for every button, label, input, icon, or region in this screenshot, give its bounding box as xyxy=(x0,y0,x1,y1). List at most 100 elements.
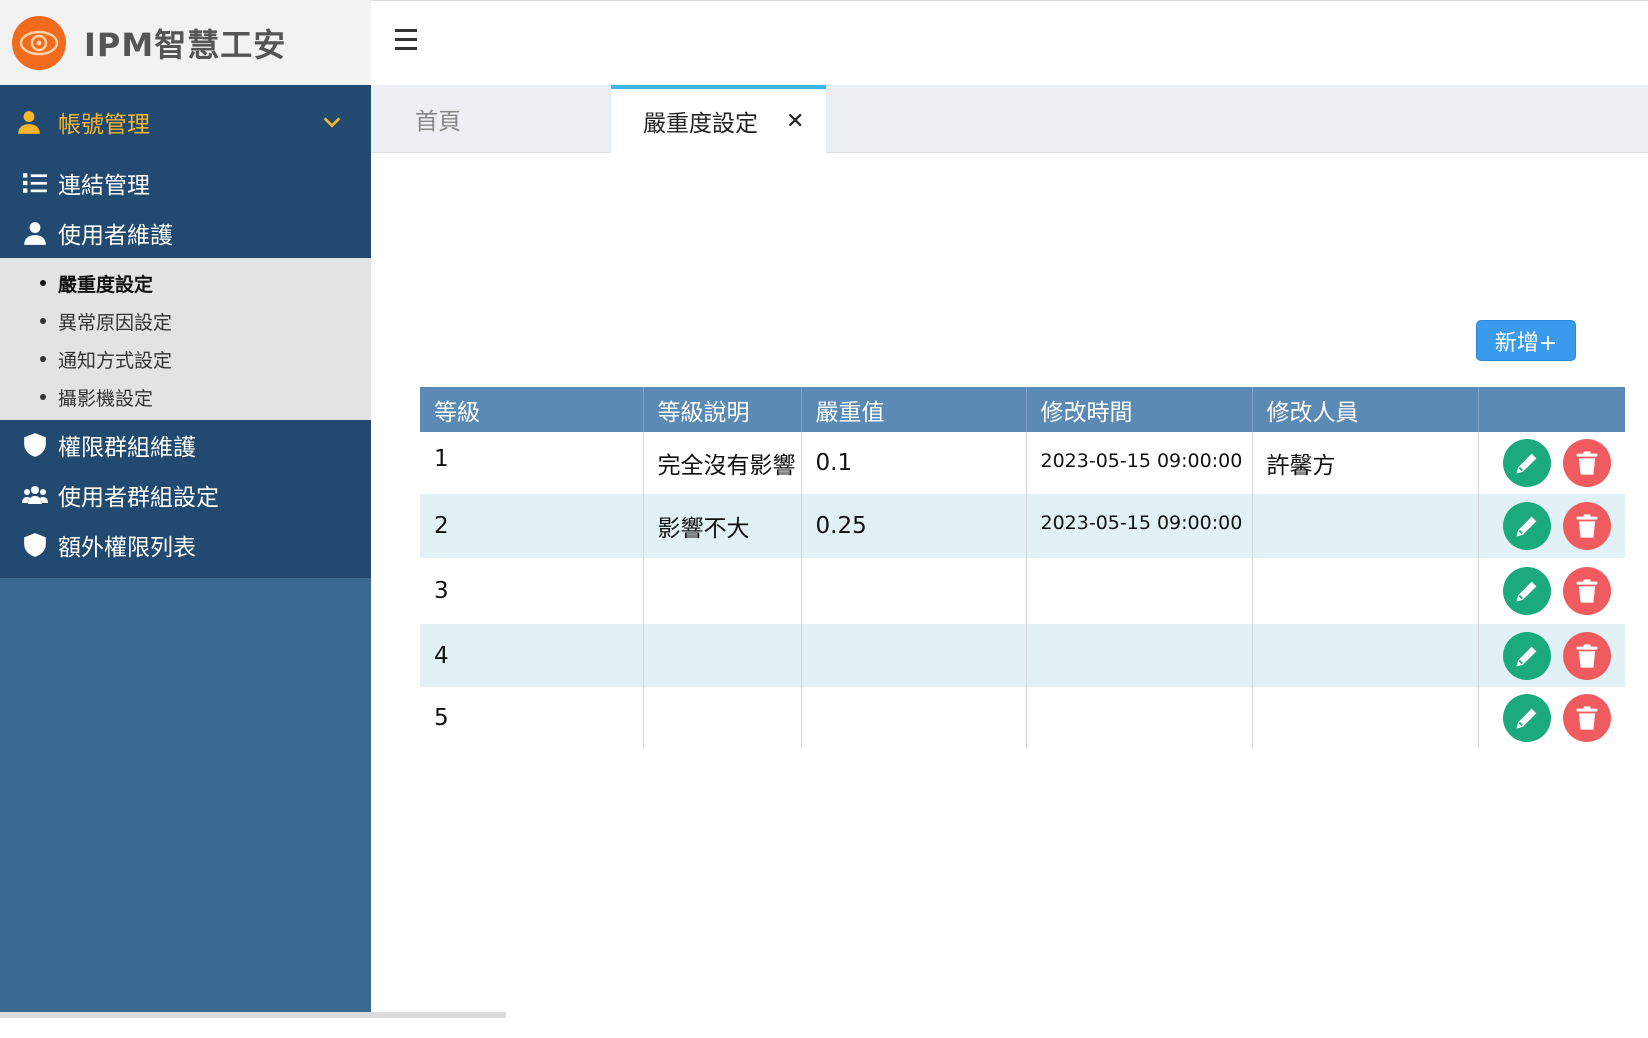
bullet-icon xyxy=(40,318,46,324)
cell-actions xyxy=(1478,624,1625,687)
edit-button[interactable] xyxy=(1502,631,1551,680)
trash-icon xyxy=(1576,451,1597,475)
submenu-item-label: 攝影機設定 xyxy=(58,387,154,410)
submenu-item-label: 異常原因設定 xyxy=(58,311,173,334)
pencil-icon xyxy=(1516,646,1536,666)
column-header: 等級 xyxy=(420,387,644,432)
app-title: IPM智慧工安 xyxy=(84,25,287,64)
sidebar-item-label: 權限群組維護 xyxy=(58,435,196,461)
table-row: 4 xyxy=(420,624,1625,687)
cell-modified-by xyxy=(1252,494,1479,558)
cell-value: 0.1 xyxy=(801,432,1027,494)
pencil-icon xyxy=(1516,453,1536,474)
sidebar-item-user-groups[interactable]: 使用者群組設定 xyxy=(0,470,371,520)
sidebar: IPM智慧工安 帳號管理 連結管理 使用者維護 嚴重度設定 異常原因設定 通知方… xyxy=(0,0,371,1012)
delete-button[interactable] xyxy=(1562,693,1611,742)
submenu-item-anomaly-reason[interactable]: 異常原因設定 xyxy=(0,302,371,340)
edit-button[interactable] xyxy=(1502,567,1551,615)
cell-actions xyxy=(1478,687,1625,748)
sidebar-menu-bottom: 權限群組維護 使用者群組設定 額外權限列表 xyxy=(0,420,371,578)
add-button[interactable]: 新增+ xyxy=(1476,320,1576,361)
cell-level: 4 xyxy=(420,624,644,687)
cell-modified-time xyxy=(1026,558,1253,624)
delete-button[interactable] xyxy=(1562,567,1611,615)
tab-label: 首頁 xyxy=(415,109,461,135)
sidebar-submenu: 嚴重度設定 異常原因設定 通知方式設定 攝影機設定 xyxy=(0,258,371,420)
cell-modified-time xyxy=(1026,687,1253,748)
cell-level: 2 xyxy=(420,494,644,558)
sidebar-item-label: 額外權限列表 xyxy=(58,535,196,561)
trash-icon xyxy=(1576,705,1597,730)
sidebar-item-links[interactable]: 連結管理 xyxy=(0,158,371,208)
cell-modified-by xyxy=(1252,687,1479,748)
delete-button[interactable] xyxy=(1562,502,1611,550)
pencil-icon xyxy=(1516,516,1536,537)
cell-value xyxy=(801,624,1027,687)
edit-button[interactable] xyxy=(1502,693,1551,742)
user-icon xyxy=(18,110,40,134)
edit-button[interactable] xyxy=(1502,439,1551,487)
column-header xyxy=(1478,387,1625,432)
cell-modified-time: 2023-05-15 09:00:00 xyxy=(1026,432,1253,494)
table-row: 2 影響不大 0.25 2023-05-15 09:00:00 xyxy=(420,494,1625,558)
submenu-item-label: 嚴重度設定 xyxy=(58,273,154,296)
horizontal-scrollbar[interactable] xyxy=(0,1012,506,1018)
brand-header: IPM智慧工安 xyxy=(0,0,371,85)
cell-actions xyxy=(1478,558,1625,624)
tab-label: 嚴重度設定 xyxy=(643,111,758,137)
sidebar-item-label: 使用者群組設定 xyxy=(58,485,219,511)
user-icon xyxy=(24,222,46,245)
trash-icon xyxy=(1576,643,1597,668)
cell-level: 1 xyxy=(420,432,644,494)
bullet-icon xyxy=(40,280,46,286)
cell-modified-by: 許馨方 xyxy=(1252,432,1479,494)
cell-value xyxy=(801,687,1027,748)
sidebar-item-permission-groups[interactable]: 權限群組維護 xyxy=(0,420,371,470)
cell-value: 0.25 xyxy=(801,494,1027,558)
severity-table: 等級 等級說明 嚴重值 修改時間 修改人員 1 完全沒有影響 0.1 2023-… xyxy=(420,387,1625,748)
cell-value xyxy=(801,558,1027,624)
cell-modified-time xyxy=(1026,624,1253,687)
pencil-icon xyxy=(1516,708,1536,728)
bullet-icon xyxy=(40,356,46,362)
submenu-item-camera[interactable]: 攝影機設定 xyxy=(0,378,371,416)
sidebar-item-label: 連結管理 xyxy=(58,173,150,199)
delete-button[interactable] xyxy=(1562,631,1611,680)
cell-level: 3 xyxy=(420,558,644,624)
cell-description xyxy=(643,624,802,687)
sidebar-item-extra-permissions[interactable]: 額外權限列表 xyxy=(0,520,371,570)
chevron-down-icon xyxy=(323,116,341,128)
tab-severity-settings[interactable]: 嚴重度設定 ✕ xyxy=(611,85,826,153)
tab-home[interactable]: 首頁 xyxy=(415,85,461,153)
cell-level: 5 xyxy=(420,687,644,748)
cell-modified-by xyxy=(1252,558,1479,624)
sidebar-group-account[interactable]: 帳號管理 xyxy=(0,85,371,158)
cell-description xyxy=(643,687,802,748)
menu-toggle-icon[interactable] xyxy=(395,29,417,51)
column-header: 等級說明 xyxy=(643,387,802,432)
edit-button[interactable] xyxy=(1502,502,1551,550)
table-row: 3 xyxy=(420,558,1625,624)
top-bar xyxy=(371,0,1648,85)
cell-description xyxy=(643,558,802,624)
logo-icon xyxy=(12,15,66,70)
column-header: 嚴重值 xyxy=(801,387,1027,432)
table-row: 1 完全沒有影響 0.1 2023-05-15 09:00:00 許馨方 xyxy=(420,432,1625,494)
shield-icon xyxy=(24,433,46,457)
delete-button[interactable] xyxy=(1562,439,1611,487)
column-header: 修改人員 xyxy=(1252,387,1479,432)
sidebar-group-label: 帳號管理 xyxy=(58,111,150,138)
cell-actions xyxy=(1478,432,1625,494)
users-icon xyxy=(22,486,48,504)
pencil-icon xyxy=(1516,581,1536,602)
table-header-row: 等級 等級說明 嚴重值 修改時間 修改人員 xyxy=(420,387,1625,432)
shield-icon xyxy=(24,533,46,557)
column-header: 修改時間 xyxy=(1026,387,1253,432)
close-icon[interactable]: ✕ xyxy=(786,109,804,134)
submenu-item-notification[interactable]: 通知方式設定 xyxy=(0,340,371,378)
submenu-item-severity[interactable]: 嚴重度設定 xyxy=(0,264,371,302)
cell-modified-by xyxy=(1252,624,1479,687)
trash-icon xyxy=(1576,579,1597,603)
sidebar-item-user-maintenance[interactable]: 使用者維護 xyxy=(0,208,371,258)
sidebar-item-label: 使用者維護 xyxy=(58,223,173,249)
